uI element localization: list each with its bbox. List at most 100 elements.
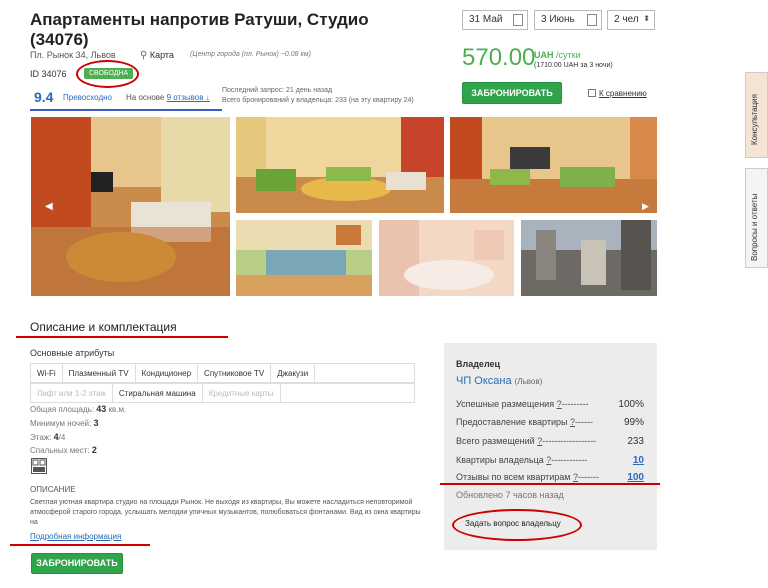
owner-stat-total: Всего размещений ?------------------ 233: [456, 436, 644, 447]
area-label: Общая площадь:: [30, 405, 95, 414]
consultation-label: Консультация: [750, 94, 759, 145]
guests-select[interactable]: 2 чел ⬍: [607, 10, 655, 30]
compare-checkbox[interactable]: [588, 89, 596, 97]
owner-stat-success: Успешные размещения ?--------- 100%: [456, 399, 644, 410]
photo-6[interactable]: [521, 220, 657, 296]
appliance-icon: [31, 458, 47, 474]
beds-label: Спальных мест:: [30, 446, 90, 455]
amenity-plasma-tv: Плазменный TV: [63, 364, 136, 382]
reviews-note: На основе 9 отзывов ↓: [126, 93, 210, 102]
photo-2[interactable]: [236, 117, 444, 213]
stat-dashes: ------: [575, 417, 593, 427]
floor-total: /4: [58, 433, 66, 442]
rating-underline: [30, 109, 222, 111]
amenity-ac: Кондиционер: [136, 364, 199, 382]
request-meta: Последний запрос: 21 день назад Всего бр…: [222, 86, 414, 106]
next-arrow-icon: ▶: [642, 201, 649, 211]
calendar-icon: [587, 14, 597, 26]
reviews-link[interactable]: 9 отзывов ↓: [167, 93, 210, 102]
stat-dashes: ------------------: [542, 436, 597, 446]
consultation-tab[interactable]: Консультация: [745, 72, 768, 158]
owner-stat-provision: Предоставление квартиры ?------ 99%: [456, 417, 644, 428]
owner-name: ЧП Оксана: [456, 375, 512, 387]
photo-4[interactable]: [236, 220, 372, 296]
reviews-prefix: На основе: [126, 93, 165, 102]
compare-toggle[interactable]: К сравнению: [588, 89, 647, 98]
owner-name-link[interactable]: ЧП Оксана (Львов): [456, 375, 542, 387]
checkout-date[interactable]: 3 Июнь: [534, 10, 602, 30]
description-heading: ОПИСАНИЕ: [30, 485, 76, 494]
map-link[interactable]: ⚲ Карта: [140, 50, 174, 61]
more-info-link[interactable]: Подробная информация: [30, 532, 121, 541]
checkin-value: 31 Май: [469, 14, 503, 25]
stat-dashes: -------: [578, 472, 600, 482]
guests-value: 2 чел: [614, 14, 639, 25]
stat-value-link[interactable]: 100: [627, 472, 644, 483]
owner-underline: [440, 483, 660, 485]
more-info-underline: [10, 544, 150, 546]
stat-value-link[interactable]: 10: [633, 455, 644, 466]
currency: UAH: [534, 50, 554, 60]
amenities-row-1: Wi-Fi Плазменный TV Кондиционер Спутнико…: [30, 363, 415, 383]
stat-label: Предоставление квартиры: [456, 417, 568, 427]
photo-5-image: [379, 220, 514, 296]
per-night: /сутки: [556, 50, 581, 60]
area-stat: Общая площадь: 43 кв.м.: [30, 404, 126, 414]
prev-arrow-icon: ◀: [45, 201, 53, 212]
checkout-value: 3 Июнь: [541, 14, 575, 25]
photo-3-image: ▶: [450, 117, 657, 213]
owner-title: Владелец: [456, 359, 501, 369]
rating-word: Превосходно: [63, 93, 112, 102]
area-unit: кв.м.: [108, 405, 127, 414]
map-link-label: Карта: [149, 50, 174, 60]
questions-label: Вопросы и ответы: [750, 193, 759, 261]
photo-4-image: [236, 220, 372, 296]
book-button-bottom[interactable]: ЗАБРОНИРОВАТЬ: [31, 553, 123, 574]
listing-id: ID 34076: [30, 69, 67, 79]
book-button[interactable]: ЗАБРОНИРОВАТЬ: [462, 82, 562, 104]
description-text: Светлая уютная квартира студио на площад…: [30, 499, 421, 526]
rating-score: 9.4: [34, 89, 54, 105]
stat-dashes: ---------: [561, 399, 589, 409]
page-title: Апартаменты напротив Ратуши, Студио (340…: [30, 10, 369, 49]
compare-label: К сравнению: [599, 89, 647, 98]
amenities-row-2: Лифт или 1-2 этаж Стиральная машина Кред…: [30, 383, 415, 403]
stat-value: 100%: [618, 399, 644, 410]
price-total: (1710.00 UAH за 3 ночи): [534, 62, 613, 69]
stepper-icon: ⬍: [643, 14, 650, 23]
photo-5[interactable]: [379, 220, 514, 296]
min-nights-stat: Минимум ночей: 3: [30, 418, 99, 428]
calendar-icon: [513, 14, 523, 26]
checkin-date[interactable]: 31 Май: [462, 10, 528, 30]
section-title: Описание и комплектация: [30, 320, 177, 334]
questions-tab[interactable]: Вопросы и ответы: [745, 168, 768, 268]
map-pin-icon: ⚲: [140, 50, 148, 61]
price-unit: UAH /сутки: [534, 50, 581, 60]
beds-value: 2: [91, 445, 97, 455]
photo-3[interactable]: ▶: [450, 117, 657, 213]
amenity-lift: Лифт или 1-2 этаж: [31, 384, 113, 402]
stat-label: Всего размещений: [456, 436, 535, 446]
price: 570.00: [462, 44, 536, 71]
owner-stat-reviews: Отзывы по всем квартирам ?------- 100: [456, 472, 644, 483]
stat-value: 233: [627, 436, 644, 447]
amenity-satellite-tv: Спутниковое TV: [198, 364, 272, 382]
last-request: Последний запрос: 21 день назад: [222, 87, 333, 94]
address: Пл. Рынок 34, Львов: [30, 50, 116, 60]
photo-main-image: ◀: [31, 117, 230, 296]
min-nights-label: Минимум ночей:: [30, 419, 92, 428]
attributes-title: Основные атрибуты: [30, 348, 115, 358]
highlight-circle: [76, 60, 139, 88]
photo-2-image: [236, 117, 444, 213]
amenity-jacuzzi: Джакузи: [271, 364, 316, 382]
owner-stat-apartments: Квартиры владельца ?------------ 10: [456, 455, 644, 466]
owner-city: (Львов): [514, 377, 543, 386]
distance-note: (Центр города (пл. Рынок) ~0.08 км): [190, 51, 311, 58]
section-underline: [16, 336, 228, 338]
total-bookings: Всего бронирований у владельца: 233 (на …: [222, 97, 414, 104]
beds-stat: Спальных мест: 2: [30, 445, 97, 455]
floor-label: Этаж:: [30, 433, 52, 442]
photo-main[interactable]: ◀: [31, 117, 230, 296]
ask-owner-link[interactable]: Задать вопрос владельцу: [465, 519, 561, 528]
owner-updated: Обновлено 7 часов назад: [456, 490, 564, 500]
